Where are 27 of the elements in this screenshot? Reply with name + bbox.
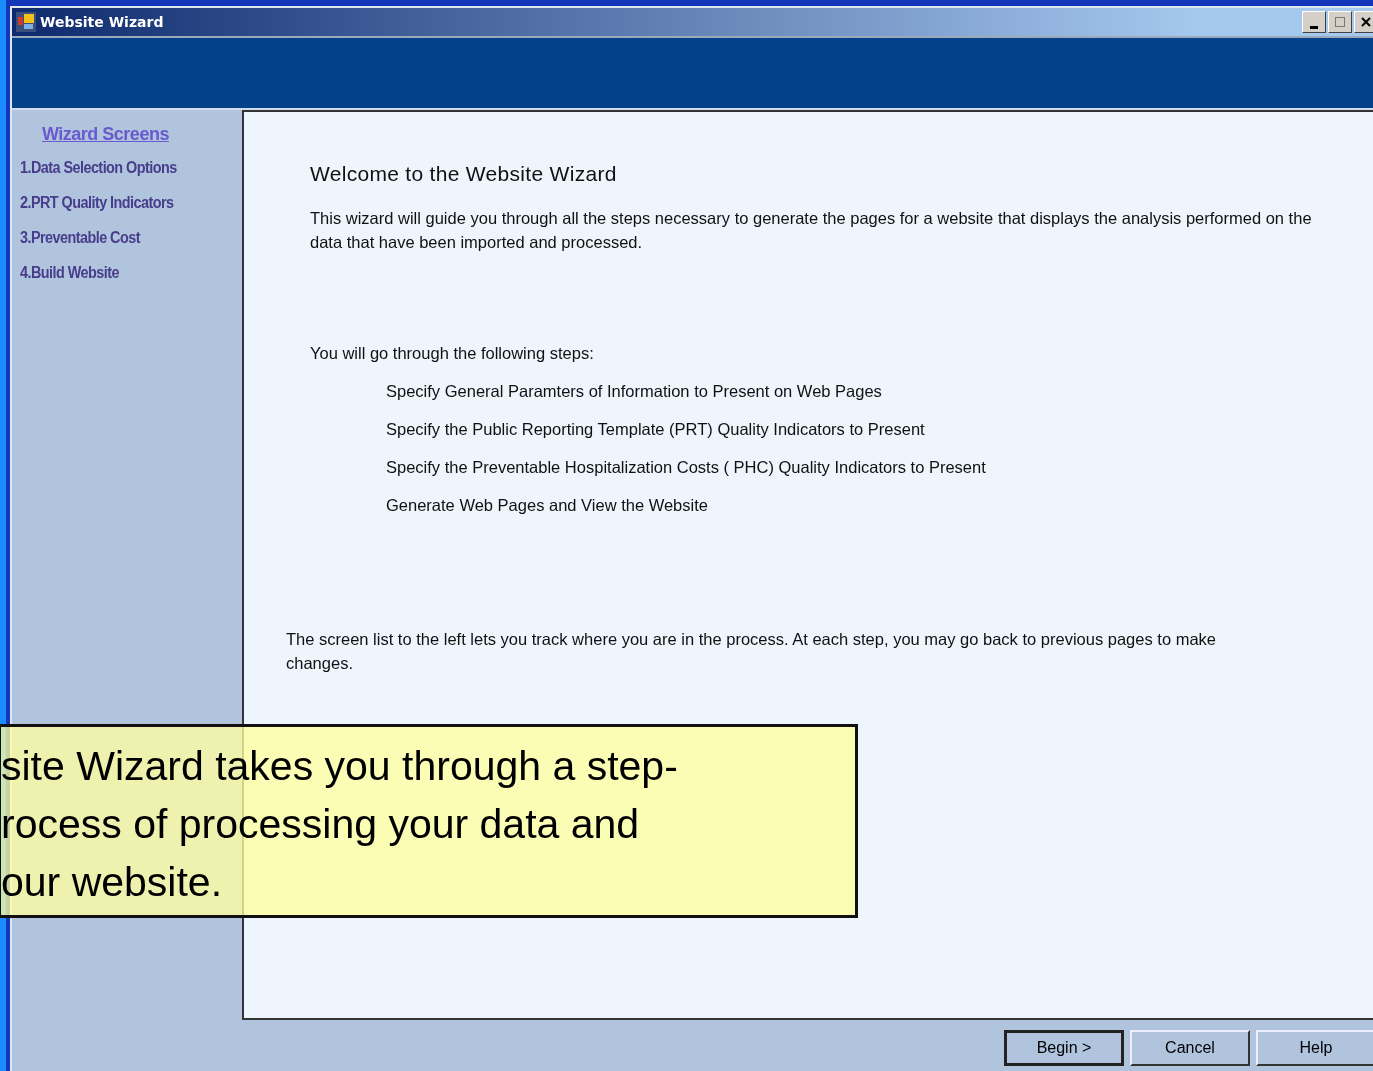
step-text: Specify General Paramters of Information to Present on Web Pages: [386, 382, 883, 401]
sidebar-item[interactable]: 4.Build Website: [20, 264, 220, 299]
callout-line: our website.: [1, 858, 224, 907]
minimize-button[interactable]: [1302, 11, 1326, 33]
close-button[interactable]: [1354, 11, 1373, 33]
window-title: Website Wizard: [40, 14, 164, 30]
callout-line: site Wizard takes you through a step-: [1, 742, 679, 791]
dialog-button[interactable]: Help: [1256, 1030, 1373, 1066]
sidebar-heading-link[interactable]: Wizard Screens: [42, 124, 242, 145]
dialog-button[interactable]: Begin >: [1004, 1030, 1124, 1066]
page-heading: Welcome to the Website Wizard: [310, 162, 618, 186]
app-icon: [16, 12, 36, 32]
maximize-icon: [1334, 16, 1346, 28]
dialog-button[interactable]: Cancel: [1130, 1030, 1250, 1066]
note-paragraph: The screen list to the left lets you track where you are in the process. At each step, you may go back to previous pages to make changes.: [286, 629, 1217, 674]
step-text: Generate Web Pages and View the Website: [386, 496, 709, 515]
close-icon: [1360, 16, 1372, 28]
sidebar-item[interactable]: 2.PRT Quality Indicators: [20, 194, 220, 229]
sidebar-item[interactable]: 3.Preventable Cost: [20, 229, 220, 264]
maximize-button[interactable]: [1328, 11, 1352, 33]
minimize-icon: [1310, 25, 1318, 29]
sidebar-item[interactable]: 1.Data Selection Options: [20, 159, 220, 194]
intro-paragraph: This wizard will guide you through all the steps necessary to generate the pages for a website that displays the analysis performed on the data that have been imported and processed.: [310, 208, 1313, 253]
callout-line: rocess of processing your data and: [1, 800, 641, 849]
step-text: Specify the Preventable Hospitalization Costs ( PHC) Quality Indicators to Present: [386, 458, 987, 477]
steps-heading: You will go through the following steps:: [310, 344, 595, 363]
step-text: Specify the Public Reporting Template (PRT) Quality Indicators to Present: [386, 420, 926, 439]
